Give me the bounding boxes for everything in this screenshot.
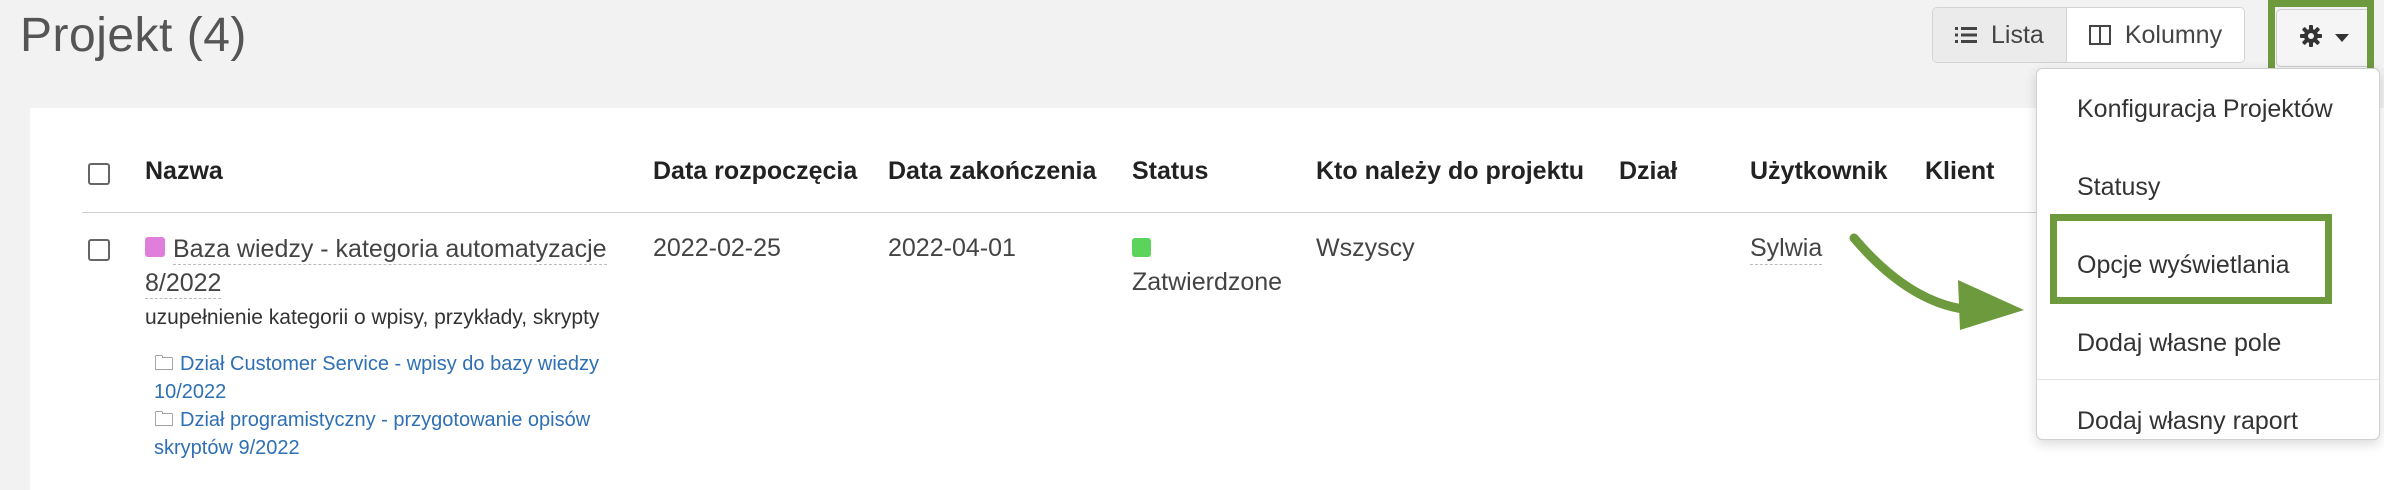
- project-color-square: [145, 237, 165, 257]
- column-header-name[interactable]: Nazwa: [145, 157, 223, 186]
- menu-divider: [2037, 379, 2379, 380]
- subproject-link[interactable]: 🗀 Dział programistyczny - przygotowanie o…: [154, 406, 590, 462]
- list-icon: [1955, 26, 1977, 44]
- list-view-label: Lista: [1991, 20, 2044, 49]
- select-all-checkbox[interactable]: [88, 163, 110, 185]
- menu-item-project-configuration[interactable]: Konfiguracja Projektów: [2077, 95, 2333, 124]
- column-header-client[interactable]: Klient: [1925, 157, 1994, 186]
- members-cell: Wszyscy: [1316, 234, 1415, 262]
- project-description: uzupełnienie kategorii o wpisy, przykład…: [145, 306, 600, 329]
- columns-icon: [2088, 25, 2111, 45]
- column-header-status[interactable]: Status: [1132, 157, 1208, 186]
- column-header-start-date[interactable]: Data rozpoczęcia: [653, 157, 857, 186]
- menu-item-add-custom-report[interactable]: Dodaj własny raport: [2077, 407, 2298, 436]
- menu-item-add-custom-field[interactable]: Dodaj własne pole: [2077, 329, 2281, 358]
- end-date-cell: 2022-04-01: [888, 234, 1016, 262]
- view-toggle: Lista Kolumny: [1932, 7, 2246, 63]
- status-cell: Zatwierdzone: [1132, 268, 1283, 296]
- columns-view-button[interactable]: Kolumny: [2065, 8, 2245, 62]
- status-color-indicator: [1132, 238, 1151, 257]
- folder-icon: 🗀: [154, 409, 174, 431]
- row-checkbox[interactable]: [88, 239, 110, 261]
- column-header-members[interactable]: Kto należy do projektu: [1316, 157, 1584, 186]
- subproject-link[interactable]: 🗀 Dział Customer Service - wpisy do bazy …: [154, 350, 599, 406]
- project-name-link[interactable]: Baza wiedzy - kategoria automatyzacje 8/…: [145, 232, 607, 300]
- annotation-arrow: [1849, 233, 2024, 330]
- menu-item-statuses[interactable]: Statusy: [2077, 173, 2160, 202]
- column-header-department[interactable]: Dział: [1619, 157, 1677, 186]
- column-header-end-date[interactable]: Data zakończenia: [888, 157, 1096, 186]
- page-title: Projekt (4): [20, 9, 247, 62]
- table-header-divider: [82, 212, 2042, 213]
- display-options-highlight: [2050, 214, 2332, 304]
- folder-icon: 🗀: [154, 353, 174, 375]
- column-header-user[interactable]: Użytkownik: [1750, 157, 1888, 186]
- list-view-button[interactable]: Lista: [1933, 8, 2066, 62]
- columns-view-label: Kolumny: [2124, 20, 2223, 49]
- start-date-cell: 2022-02-25: [653, 234, 781, 262]
- user-cell[interactable]: Sylwia: [1750, 234, 1823, 265]
